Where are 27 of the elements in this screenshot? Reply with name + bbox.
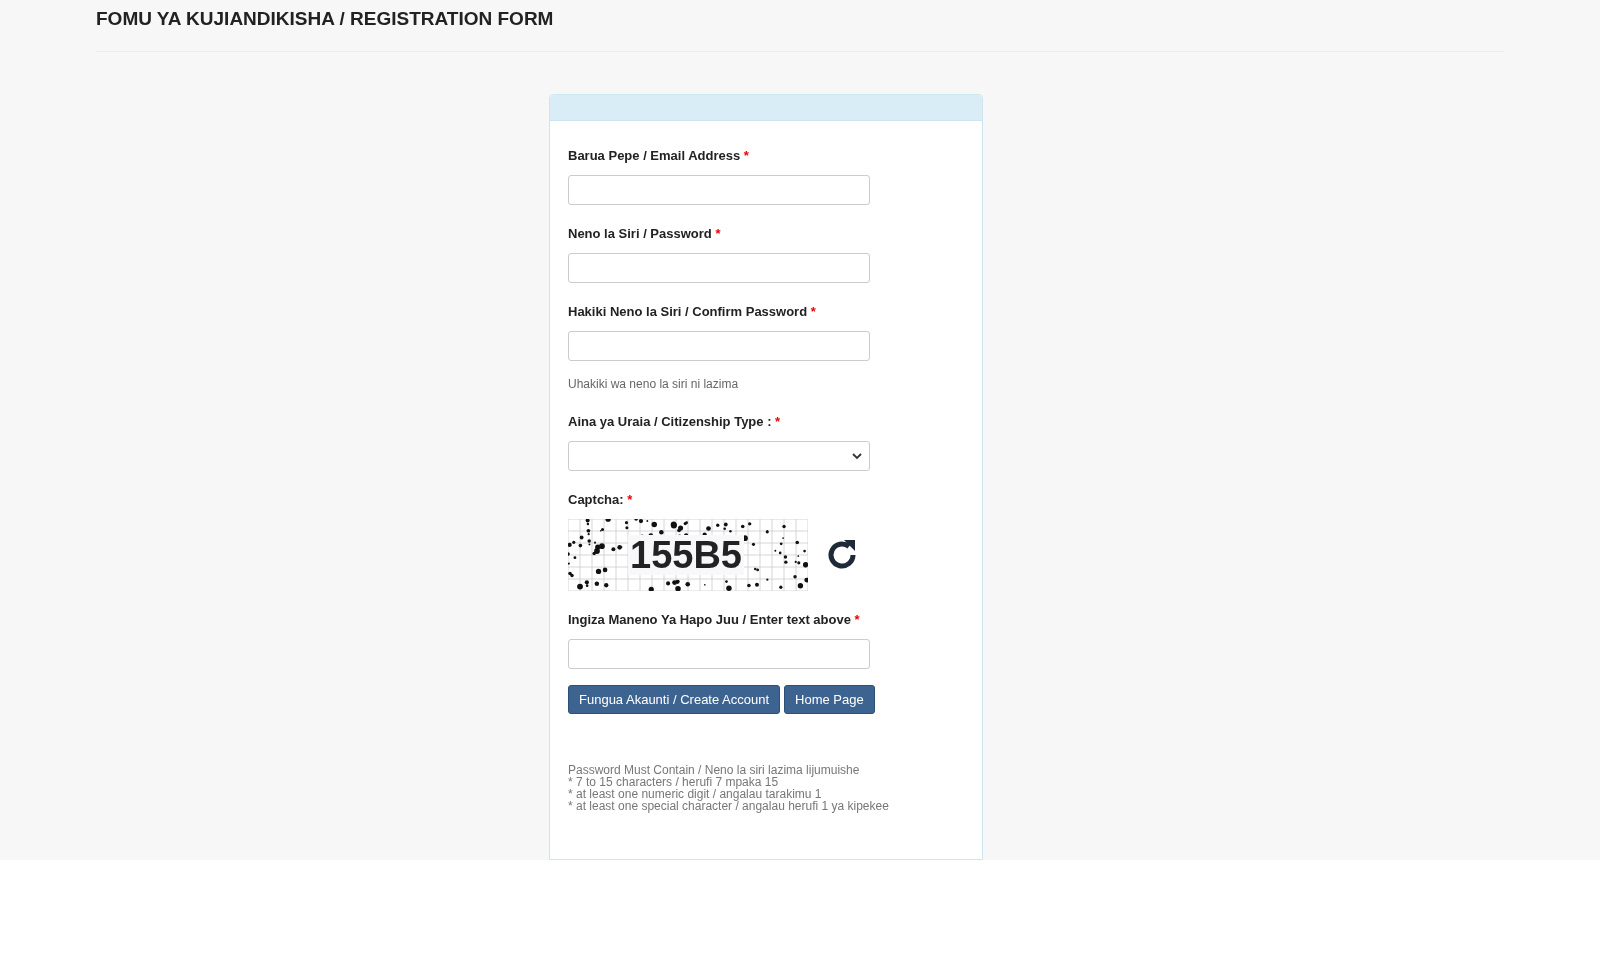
- create-account-button[interactable]: Fungua Akaunti / Create Account: [568, 685, 781, 714]
- password-rule: * at least one special character / angalau herufi 1 ya kipekee: [568, 800, 890, 812]
- captcha-code: 155B5: [628, 535, 744, 575]
- home-page-button[interactable]: Home Page: [784, 685, 875, 714]
- chevron-down-icon: [851, 451, 863, 461]
- required-mark: *: [810, 304, 816, 319]
- field-label: Ingiza Maneno Ya Hapo Juu / Enter text above: [568, 612, 851, 627]
- password-rule: Password Must Contain / Neno la siri lazima lijumuishe: [568, 764, 861, 776]
- required-mark: *: [775, 414, 781, 429]
- required-mark: *: [627, 492, 633, 507]
- input-field[interactable]: [568, 175, 870, 205]
- input-field[interactable]: [568, 639, 870, 669]
- required-mark: *: [743, 148, 749, 163]
- input-field[interactable]: [568, 331, 870, 361]
- field-label: Neno la Siri / Password: [568, 226, 712, 241]
- required-mark: *: [854, 612, 860, 627]
- field-label: Barua Pepe / Email Address: [568, 148, 741, 163]
- required-mark: *: [715, 226, 721, 241]
- page-title: FOMU YA KUJIANDIKISHA / REGISTRATION FORM: [96, 7, 555, 31]
- input-field[interactable]: [568, 253, 870, 283]
- password-rule: * 7 to 15 characters / herufi 7 mpaka 15: [568, 776, 779, 788]
- help-text: Uhakiki wa neno la siri ni lazima: [568, 376, 740, 393]
- password-rule: * at least one numeric digit / angalau tarakimu 1: [568, 788, 822, 800]
- field-label: Hakiki Neno la Siri / Confirm Password: [568, 304, 808, 319]
- field-label: Aina ya Uraia / Citizenship Type :: [568, 414, 772, 429]
- dropdown-field[interactable]: [568, 441, 870, 471]
- field-label: Captcha:: [568, 492, 624, 507]
